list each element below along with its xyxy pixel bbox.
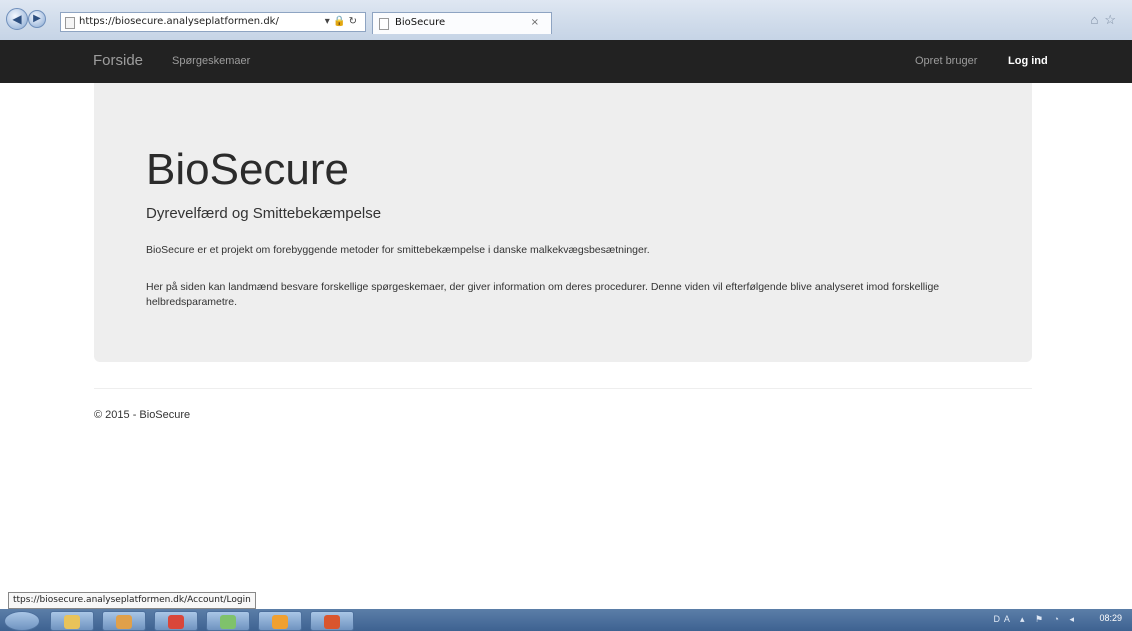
address-controls[interactable]: ▾ 🔒 ↻ xyxy=(325,13,357,31)
taskbar-app-chrome[interactable] xyxy=(154,611,198,631)
page-subtitle: Dyrevelfærd og Smittebekæmpelse xyxy=(146,205,382,222)
forward-button[interactable]: ▶ xyxy=(28,10,46,28)
browser-chrome: ◀ ▶ https://biosecure.analyseplatformen.… xyxy=(0,0,1132,41)
tab-page-icon xyxy=(379,18,389,30)
powerpoint-icon xyxy=(324,615,340,629)
nav-link-questionnaires[interactable]: Spørgeskemaer xyxy=(172,55,250,67)
tab-title: BioSecure xyxy=(395,17,446,28)
paint-icon xyxy=(220,615,236,629)
back-button[interactable]: ◀ xyxy=(6,8,28,30)
taskbar: DA ▴ ⚑ ◔ ◂ 08:29 xyxy=(0,609,1132,631)
taskbar-app-powerpoint[interactable] xyxy=(310,611,354,631)
taskbar-app-paint[interactable] xyxy=(206,611,250,631)
chrome-icon xyxy=(168,615,184,629)
close-tab-icon[interactable]: × xyxy=(531,13,539,33)
taskbar-app-explorer[interactable] xyxy=(50,611,94,631)
page-icon xyxy=(65,17,75,29)
nav-link-register[interactable]: Opret bruger xyxy=(915,55,977,67)
address-bar[interactable]: https://biosecure.analyseplatformen.dk/ … xyxy=(60,12,366,32)
browser-tab[interactable]: BioSecure × xyxy=(372,12,552,34)
footer-divider xyxy=(94,388,1032,389)
forward-arrow-icon: ▶ xyxy=(33,13,41,24)
home-favorites-icons[interactable]: ⌂☆ xyxy=(1090,12,1122,28)
outlook-icon xyxy=(272,615,288,629)
folder-icon xyxy=(64,615,80,629)
status-link-preview: ttps://biosecure.analyseplatformen.dk/Ac… xyxy=(8,592,256,609)
start-button[interactable] xyxy=(4,611,40,631)
nav-brand-forside[interactable]: Forside xyxy=(93,52,143,69)
nav-link-login[interactable]: Log ind xyxy=(1008,55,1048,67)
address-url: https://biosecure.analyseplatformen.dk/ xyxy=(79,16,279,27)
intro-paragraph: BioSecure er et projekt om forebyggende … xyxy=(146,244,650,256)
taskbar-app-outlook[interactable] xyxy=(258,611,302,631)
jumbotron: BioSecure Dyrevelfærd og Smittebekæmpels… xyxy=(94,83,1032,362)
site-navbar: Forside Spørgeskemaer Opret bruger Log i… xyxy=(0,40,1132,83)
system-tray-icons[interactable]: DA ▴ ⚑ ◔ ◂ xyxy=(993,614,1078,625)
taskbar-clock[interactable]: 08:29 xyxy=(1099,613,1122,623)
taskbar-app-media-player[interactable] xyxy=(102,611,146,631)
media-player-icon xyxy=(116,615,132,629)
back-arrow-icon: ◀ xyxy=(12,12,22,26)
description-paragraph: Her på siden kan landmænd besvare forske… xyxy=(146,281,940,308)
page-title: BioSecure xyxy=(146,145,350,194)
footer-copyright: © 2015 - BioSecure xyxy=(94,409,191,421)
